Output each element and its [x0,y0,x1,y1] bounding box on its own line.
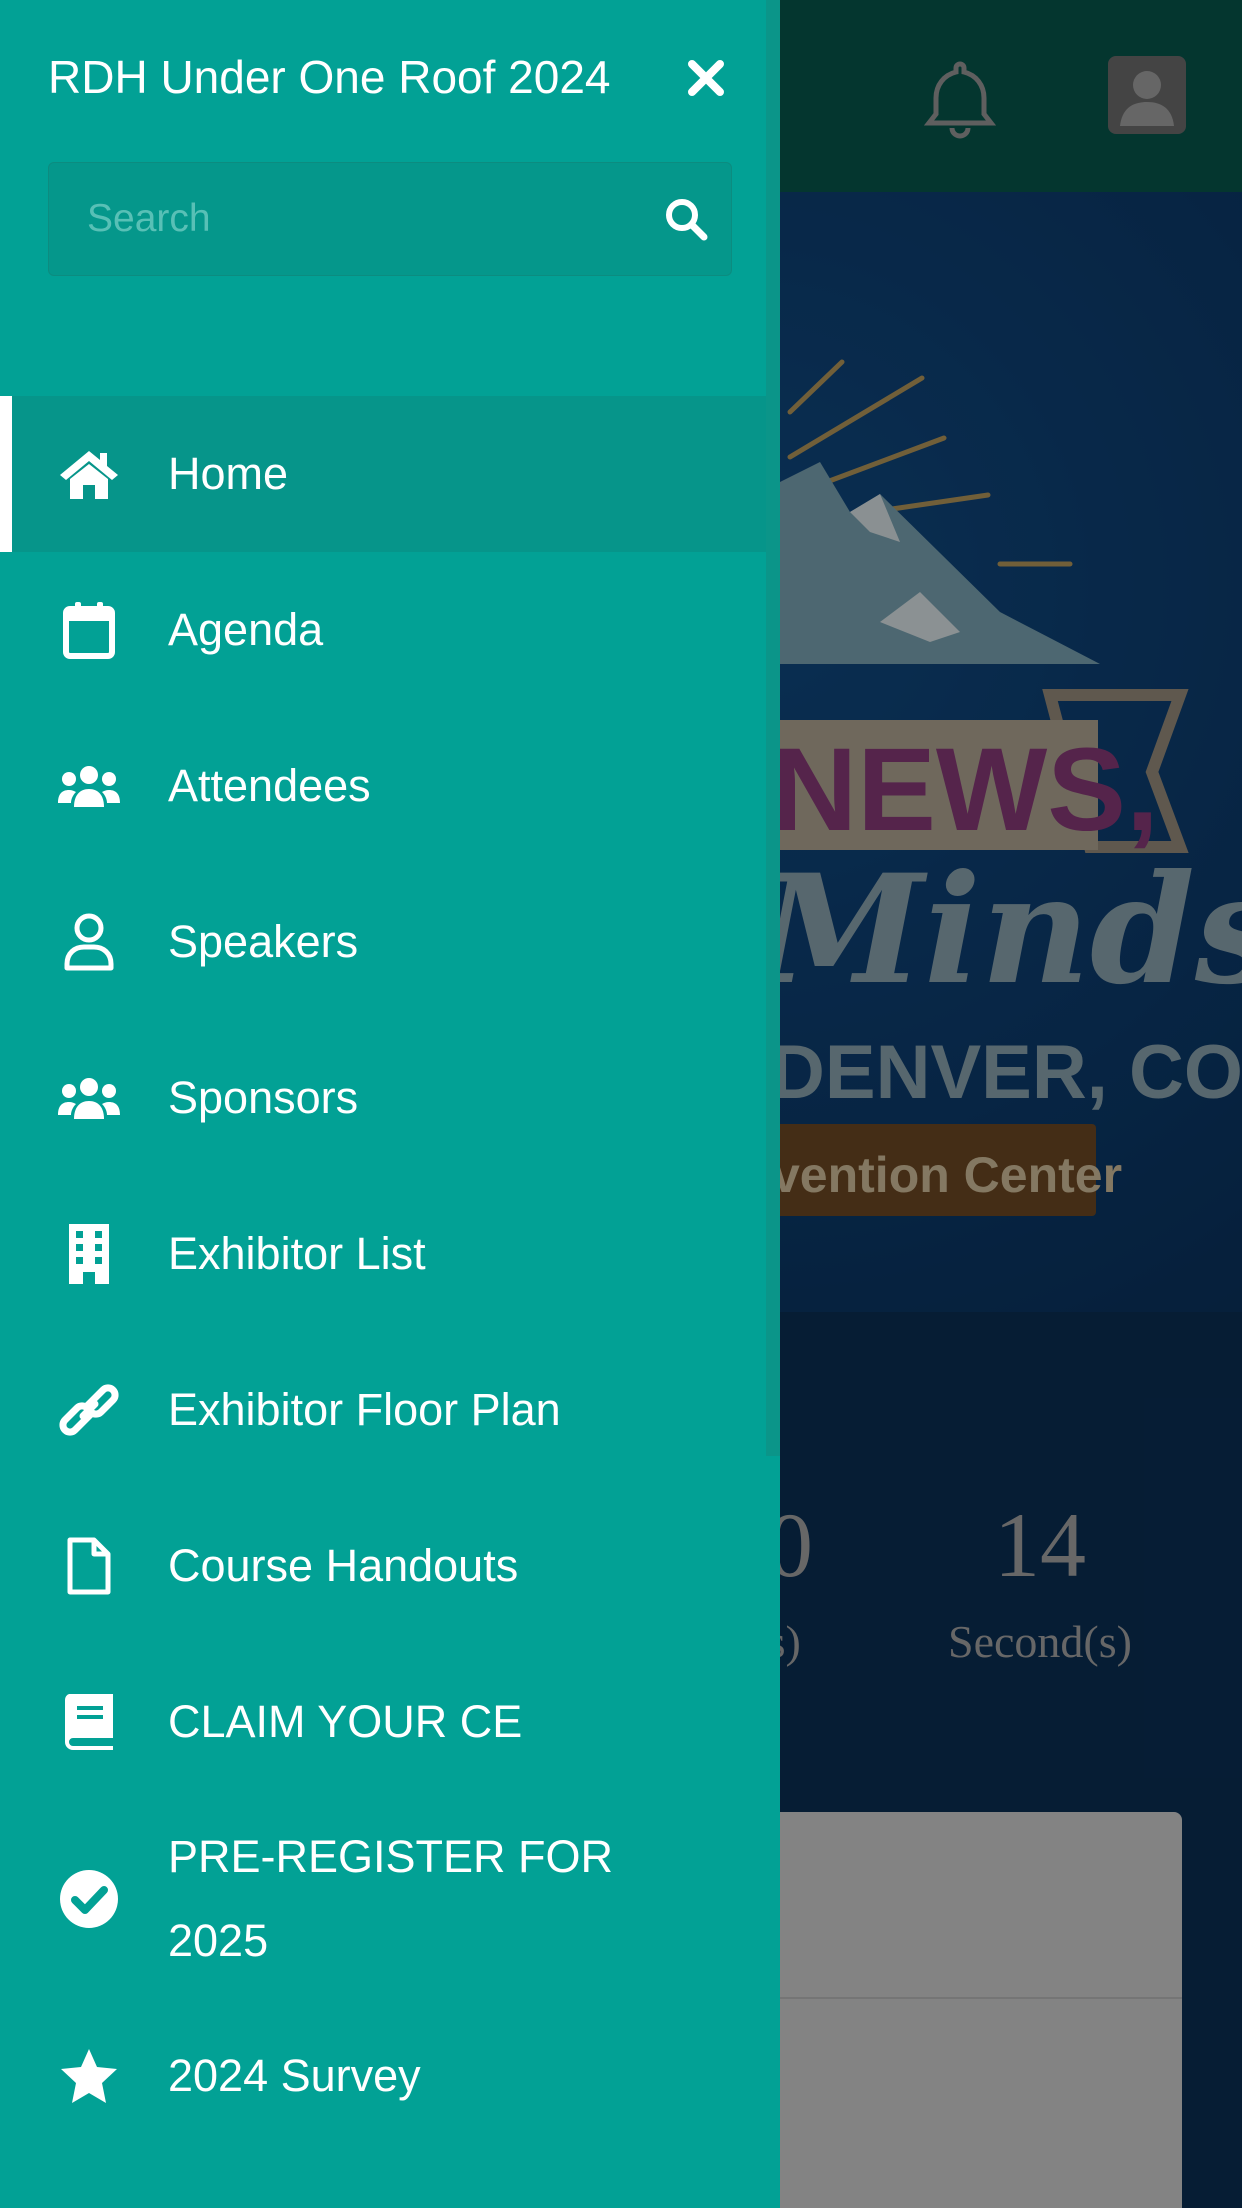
home-icon [58,443,120,505]
menu-item-label: Exhibitor List [168,1228,426,1279]
menu-item-survey[interactable]: 2024 Survey [0,1998,766,2154]
menu-item-agenda[interactable]: Agenda [0,552,766,708]
star-icon [58,2045,120,2107]
drawer-scrollbar[interactable] [766,0,780,1456]
menu-item-exhibitor-list[interactable]: Exhibitor List [0,1176,766,1332]
link-icon [58,1379,120,1441]
user-icon [58,911,120,973]
menu-item-label: 2024 Survey [168,2050,421,2101]
menu-item-pre-register[interactable]: PRE-REGISTER FOR 2025 [0,1800,766,1998]
search-input[interactable] [87,163,647,275]
menu-item-label: PRE-REGISTER FOR 2025 [168,1831,614,1966]
menu-item-exhibitor-floor-plan[interactable]: Exhibitor Floor Plan [0,1332,766,1488]
menu-item-speakers[interactable]: Speakers [0,864,766,1020]
close-icon [688,60,724,96]
users-icon [58,1067,120,1129]
menu-item-label: CLAIM YOUR CE [168,1696,523,1747]
menu-item-label: Home [168,448,289,499]
users-icon [58,755,120,817]
menu-item-label: Sponsors [168,1072,359,1123]
drawer-title: RDH Under One Roof 2024 [48,51,611,103]
menu-item-label: Speakers [168,916,359,967]
menu-item-home[interactable]: Home [0,396,766,552]
close-drawer-button[interactable] [680,52,732,104]
file-icon [58,1535,120,1597]
menu-item-claim-ce[interactable]: CLAIM YOUR CE [0,1644,766,1800]
menu-item-label: Attendees [168,760,371,811]
check-circle-icon [58,1868,120,1930]
search-icon[interactable] [663,196,709,242]
drawer-menu: Home Agenda Attendees Speakers Sponsors … [0,396,766,2154]
navigation-drawer: RDH Under One Roof 2024 Home [0,0,780,2208]
building-icon [58,1223,120,1285]
menu-item-attendees[interactable]: Attendees [0,708,766,864]
menu-item-label: Course Handouts [168,1540,519,1591]
book-icon [58,1691,120,1753]
menu-item-label: Exhibitor Floor Plan [168,1384,561,1435]
menu-item-sponsors[interactable]: Sponsors [0,1020,766,1176]
search-box [48,162,732,276]
menu-item-course-handouts[interactable]: Course Handouts [0,1488,766,1644]
calendar-icon [58,599,120,661]
menu-item-label: Agenda [168,604,324,655]
